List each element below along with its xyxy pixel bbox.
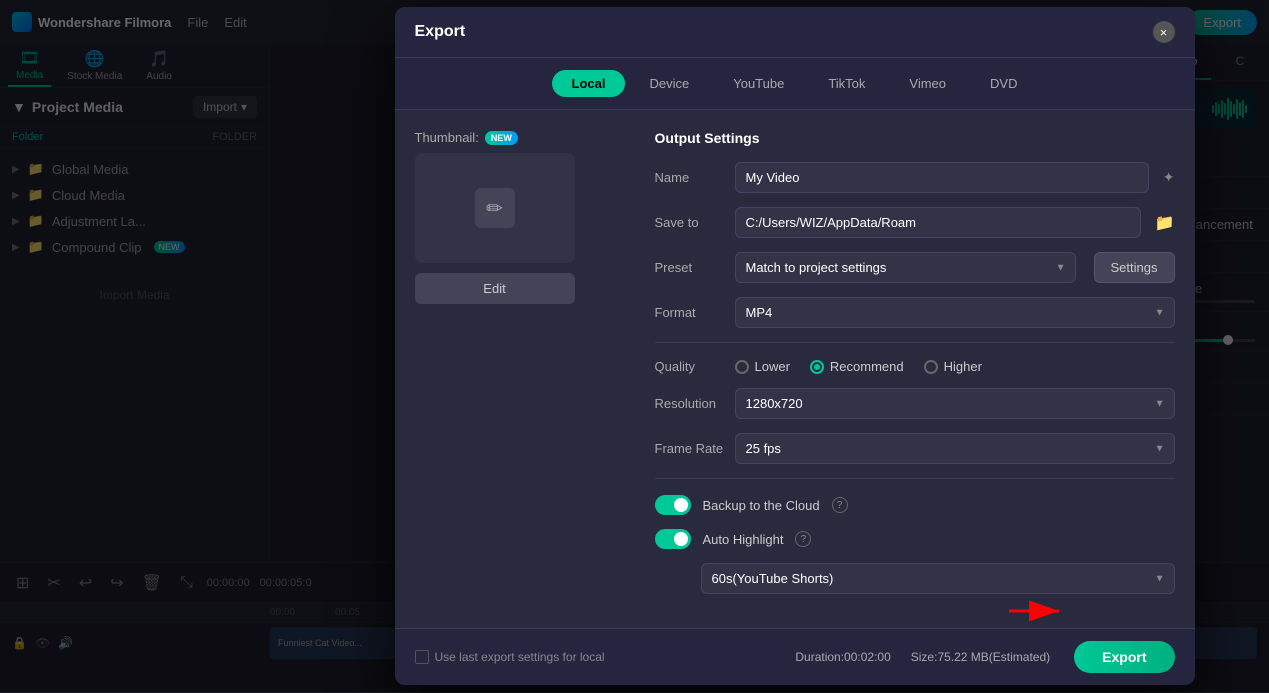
dialog-footer: Use last export settings for local Durat…	[395, 628, 1195, 685]
frame-rate-label: Frame Rate	[655, 441, 725, 456]
radio-circle-higher	[924, 360, 938, 374]
tab-tiktok[interactable]: TikTok	[808, 70, 885, 97]
edit-pencil-icon: ✏	[475, 188, 515, 228]
divider	[655, 342, 1175, 343]
preset-row: Preset Match to project settings ▼ Setti…	[655, 252, 1175, 283]
name-input[interactable]	[735, 162, 1149, 193]
radio-circle-lower	[735, 360, 749, 374]
dialog-title: Export	[415, 23, 466, 41]
preset-select[interactable]: Match to project settings	[735, 252, 1076, 283]
highlight-duration-row: 60s(YouTube Shorts) 15s 30s ▼	[701, 563, 1175, 594]
tab-vimeo[interactable]: Vimeo	[889, 70, 966, 97]
export-dialog: Export × Local Device YouTube TikTok Vim…	[395, 7, 1195, 685]
resolution-row: Resolution 1280x720 1920x1080 3840x2160 …	[655, 388, 1175, 419]
dialog-body: Thumbnail: NEW ✏ Edit Output Settings Na…	[395, 110, 1195, 628]
resolution-select-wrapper: 1280x720 1920x1080 3840x2160 ▼	[735, 388, 1175, 419]
ai-icon[interactable]: ✦	[1163, 169, 1175, 186]
name-label: Name	[655, 170, 725, 185]
name-row: Name ✦	[655, 162, 1175, 193]
format-label: Format	[655, 305, 725, 320]
radio-circle-recommend	[810, 360, 824, 374]
tab-dvd[interactable]: DVD	[970, 70, 1037, 97]
browse-folder-icon[interactable]: 📁	[1155, 213, 1175, 233]
backup-cloud-toggle[interactable]	[655, 495, 691, 515]
quality-recommend[interactable]: Recommend	[810, 359, 904, 374]
quality-radio-group: Lower Recommend Higher	[735, 359, 982, 374]
dialog-header: Export ×	[395, 7, 1195, 58]
format-select[interactable]: MP4 MOV AVI	[735, 297, 1175, 328]
save-to-row: Save to 📁	[655, 207, 1175, 238]
backup-help-icon[interactable]: ?	[832, 497, 848, 513]
divider-2	[655, 478, 1175, 479]
format-select-wrapper: MP4 MOV AVI ▼	[735, 297, 1175, 328]
close-button[interactable]: ×	[1153, 21, 1175, 43]
tab-local[interactable]: Local	[552, 70, 626, 97]
new-badge: NEW	[485, 131, 518, 145]
size-info: Size:75.22 MB(Estimated)	[911, 650, 1050, 664]
output-settings-title: Output Settings	[655, 130, 1175, 146]
quality-row: Quality Lower Recommend Higher	[655, 359, 1175, 374]
quality-label: Quality	[655, 359, 725, 374]
duration-info: Duration:00:02:00	[795, 650, 890, 664]
format-row: Format MP4 MOV AVI ▼	[655, 297, 1175, 328]
backup-cloud-label: Backup to the Cloud	[703, 498, 820, 513]
auto-highlight-help-icon[interactable]: ?	[795, 531, 811, 547]
resolution-label: Resolution	[655, 396, 725, 411]
arrow-indicator	[1009, 591, 1069, 634]
thumbnail-label: Thumbnail: NEW	[415, 130, 625, 145]
highlight-duration-wrapper: 60s(YouTube Shorts) 15s 30s ▼	[701, 563, 1175, 594]
export-main-button[interactable]: Export	[1074, 641, 1174, 673]
quality-higher[interactable]: Higher	[924, 359, 982, 374]
quality-lower[interactable]: Lower	[735, 359, 790, 374]
preset-label: Preset	[655, 260, 725, 275]
frame-rate-select[interactable]: 25 fps 30 fps 60 fps	[735, 433, 1175, 464]
thumbnail-preview: ✏	[415, 153, 575, 263]
dialog-tab-row: Local Device YouTube TikTok Vimeo DVD	[395, 58, 1195, 110]
preset-select-wrapper: Match to project settings ▼	[735, 252, 1076, 283]
save-to-label: Save to	[655, 215, 725, 230]
auto-highlight-row: Auto Highlight ?	[655, 529, 1175, 549]
footer-info: Duration:00:02:00 Size:75.22 MB(Estimate…	[795, 650, 1050, 664]
backup-cloud-row: Backup to the Cloud ?	[655, 495, 1175, 515]
auto-highlight-toggle[interactable]	[655, 529, 691, 549]
toggle-section: Backup to the Cloud ? Auto Highlight ? 6…	[655, 495, 1175, 594]
frame-rate-select-wrapper: 25 fps 30 fps 60 fps ▼	[735, 433, 1175, 464]
thumbnail-edit-button[interactable]: Edit	[415, 273, 575, 304]
output-settings: Output Settings Name ✦ Save to 📁 Preset	[625, 130, 1175, 608]
modal-overlay: Export × Local Device YouTube TikTok Vim…	[0, 0, 1269, 692]
frame-rate-row: Frame Rate 25 fps 30 fps 60 fps ▼	[655, 433, 1175, 464]
settings-button[interactable]: Settings	[1094, 252, 1175, 283]
checkbox-box[interactable]	[415, 650, 429, 664]
highlight-duration-select[interactable]: 60s(YouTube Shorts) 15s 30s	[701, 563, 1175, 594]
thumbnail-section: Thumbnail: NEW ✏ Edit	[415, 130, 625, 608]
save-to-input[interactable]	[735, 207, 1141, 238]
auto-highlight-label: Auto Highlight	[703, 532, 784, 547]
tab-device[interactable]: Device	[629, 70, 709, 97]
tab-youtube[interactable]: YouTube	[713, 70, 804, 97]
last-settings-checkbox[interactable]: Use last export settings for local	[415, 650, 605, 664]
resolution-select[interactable]: 1280x720 1920x1080 3840x2160	[735, 388, 1175, 419]
